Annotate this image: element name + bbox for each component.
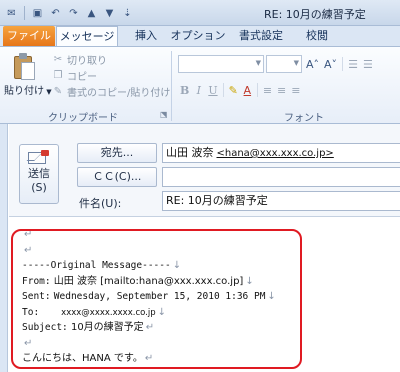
clipboard-group-label: クリップボード [48,113,118,124]
tab-format-text[interactable]: 書式設定 [228,26,294,46]
ribbon-tabs: ファイル メッセージ 挿入 オプション 書式設定 校閲 [0,26,400,46]
to-recipient-address: <hana@xxx.xxx.co.jp> [216,148,334,159]
highlight-frame [11,229,302,369]
font-size-combo[interactable]: ▼ [266,55,302,73]
cut-label: 切り取り [67,55,107,67]
copy-icon: ❐ [53,69,63,81]
qat-separator [24,6,25,20]
numbering-icon[interactable]: ☰ [363,58,373,71]
tab-options[interactable]: オプション [168,26,228,46]
window-title: RE: 10月の練習予定 [264,8,366,21]
align-right-icon[interactable]: ≡ [291,84,300,97]
font-color-icon[interactable]: A [243,84,252,97]
copy-button[interactable]: ❐ コピー [52,67,170,83]
scissors-icon: ✂ [53,53,63,65]
tab-review[interactable]: 校閲 [294,26,340,46]
cc-field[interactable] [162,167,400,187]
cc-button[interactable]: ＣＣ(C)... [77,167,157,187]
tab-message[interactable]: メッセージ [56,26,118,46]
bold-button[interactable]: B [180,84,189,97]
save-icon[interactable]: ▣ [30,6,45,21]
to-recipient-name: 山田 波奈 [166,146,214,159]
paste-button[interactable]: 貼り付け ▼ [4,51,52,107]
cut-button[interactable]: ✂ 切り取り [52,51,170,67]
down-icon[interactable]: ▼ [102,6,117,21]
redo-icon[interactable]: ↷ [66,6,81,21]
chevron-down-icon: ▼ [293,59,299,67]
highlight-icon[interactable]: ✎ [229,84,238,97]
message-header: 送信 (S) 宛先... 山田 波奈 <hana@xxx.xxx.co.jp> Ｃ… [9,124,400,216]
chevron-down-icon: ▼ [255,59,261,67]
align-left-icon[interactable]: ≡ [263,84,272,97]
ribbon: 貼り付け ▼ ✂ 切り取り ❐ コピー ✎ 書式のコピー/貼り付け クリップボー… [0,46,400,124]
align-center-icon[interactable]: ≡ [277,84,286,97]
clipboard-launcher-icon[interactable]: ⬔ [160,110,168,119]
title-bar: ✉ ▣ ↶ ↷ ▲ ▼ ⇣ RE: 10月の練習予定 [0,0,400,26]
left-rail [0,124,8,372]
font-name-combo[interactable]: ▼ [178,55,264,73]
tab-file[interactable]: ファイル [3,26,55,46]
font-group-label: フォント [284,113,324,124]
send-label: 送信 (S) [28,167,50,194]
format-painter-icon: ✎ [53,85,63,97]
clipboard-items: ✂ 切り取り ❐ コピー ✎ 書式のコピー/貼り付け [52,51,171,99]
bullets-icon[interactable]: ☰ [348,58,358,71]
tab-insert[interactable]: 挿入 [124,26,168,46]
send-button[interactable]: 送信 (S) [19,144,59,204]
paste-icon [12,53,36,81]
customize-icon[interactable]: ⇣ [120,6,135,21]
group-separator [171,51,172,121]
subject-field[interactable]: RE: 10月の練習予定 [162,191,400,211]
format-buttons: B I U ✎ A ≡ ≡ ≡ [180,83,300,97]
up-icon[interactable]: ▲ [84,6,99,21]
app-icon[interactable]: ✉ [4,6,19,21]
format-painter-label: 書式のコピー/貼り付け [67,87,171,99]
quick-access-toolbar: ✉ ▣ ↶ ↷ ▲ ▼ ⇣ [4,4,135,22]
to-button[interactable]: 宛先... [77,143,157,163]
paste-label: 貼り付け ▼ [4,86,52,97]
italic-button[interactable]: I [194,84,203,97]
format-painter-button[interactable]: ✎ 書式のコピー/貼り付け [52,83,171,99]
grow-font-icon[interactable]: A˄ [306,58,319,71]
copy-label: コピー [67,71,97,83]
to-field[interactable]: 山田 波奈 <hana@xxx.xxx.co.jp> [162,143,400,163]
shrink-font-icon[interactable]: A˅ [324,58,337,71]
subject-label: 件名(U): [79,197,122,210]
underline-button[interactable]: U [208,84,217,97]
undo-icon[interactable]: ↶ [48,6,63,21]
font-size-buttons: A˄ A˅ ☰ ☰ [306,57,373,71]
send-mail-icon [28,150,50,164]
